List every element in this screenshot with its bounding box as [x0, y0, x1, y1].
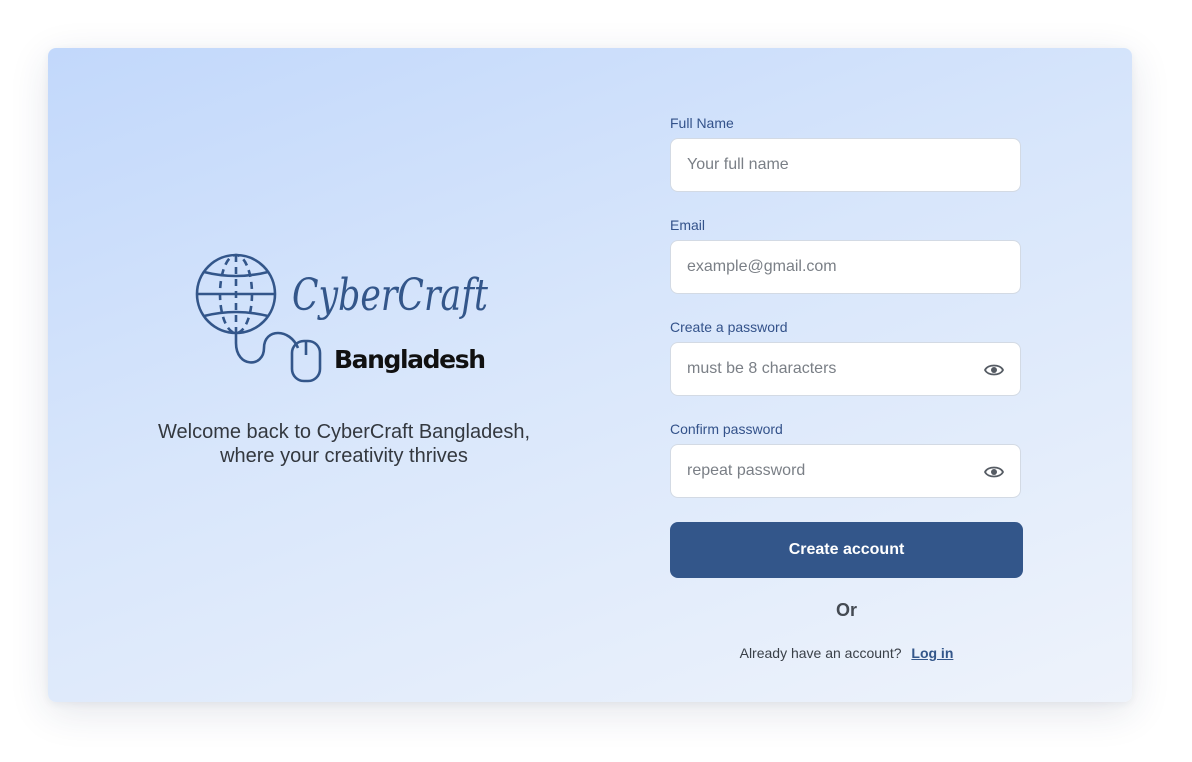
confirm-password-input[interactable] — [671, 445, 1020, 497]
confirm-password-field[interactable] — [670, 444, 1021, 498]
or-divider: Or — [835, 600, 857, 620]
create-account-button[interactable]: Create account — [670, 522, 1023, 578]
password-label: Create a password — [670, 319, 788, 335]
signup-card: CyberCraft Bangladesh Welcome back to Cy… — [48, 48, 1132, 702]
password-input[interactable] — [671, 343, 1020, 395]
welcome-line-1: Welcome back to CyberCraft Bangladesh, — [157, 421, 531, 443]
cybercraft-logo: CyberCraft Bangladesh — [195, 253, 488, 383]
welcome-message: Welcome back to CyberCraft Bangladesh, w… — [108, 420, 580, 468]
logo-brand-sub: Bangladesh — [334, 345, 486, 374]
email-input[interactable] — [671, 241, 1020, 293]
login-prompt-row: Already have an account? Log in — [670, 645, 1023, 661]
full-name-label: Full Name — [670, 115, 734, 131]
welcome-line-2: where your creativity thrives — [220, 445, 468, 467]
password-field[interactable] — [670, 342, 1021, 396]
confirm-password-label: Confirm password — [670, 421, 783, 437]
login-prompt: Already have an account? — [739, 645, 902, 661]
logo-brand-script: CyberCraft — [292, 270, 488, 321]
login-link[interactable]: Log in — [911, 645, 953, 661]
email-label: Email — [670, 217, 706, 233]
email-field[interactable] — [670, 240, 1021, 294]
full-name-field[interactable] — [670, 138, 1021, 192]
eye-icon[interactable] — [984, 463, 1004, 481]
eye-icon[interactable] — [984, 361, 1004, 379]
full-name-input[interactable] — [671, 139, 1020, 191]
